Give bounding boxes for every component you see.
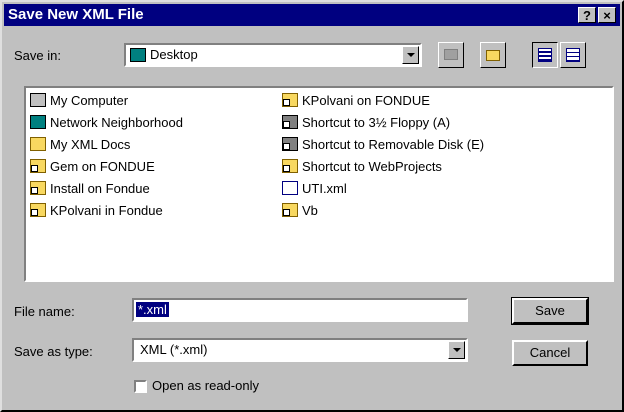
list-item-label: My XML Docs: [50, 137, 131, 152]
list-item-label: My Computer: [50, 93, 129, 108]
my-computer-icon: [30, 93, 46, 107]
list-item-label: KPolvani on FONDUE: [302, 93, 430, 108]
shortcut-folder-icon: [282, 203, 298, 217]
chevron-down-icon[interactable]: [448, 341, 465, 359]
file-name-value: *.xml: [136, 302, 169, 317]
list-item-label: Network Neighborhood: [50, 115, 183, 130]
list-view-icon: [538, 48, 552, 62]
save-as-type-value: XML (*.xml): [140, 342, 208, 357]
shortcut-folder-icon: [30, 203, 46, 217]
save-in-label: Save in:: [14, 48, 61, 63]
close-button[interactable]: ×: [598, 7, 616, 23]
shortcut-folder-icon: [282, 93, 298, 107]
up-one-level-icon: [444, 49, 458, 60]
list-view-button[interactable]: [532, 42, 558, 68]
list-item-label: Shortcut to Removable Disk (E): [302, 137, 485, 152]
list-item-label: Gem on FONDUE: [50, 159, 155, 174]
list-item-label: UTI.xml: [302, 181, 347, 196]
details-view-icon: [566, 48, 580, 62]
list-item-label: Shortcut to 3½ Floppy (A): [302, 115, 451, 130]
list-item-label: KPolvani in Fondue: [50, 203, 163, 218]
network-neighborhood-icon: [30, 115, 46, 129]
save-in-dropdown[interactable]: Desktop: [124, 43, 422, 67]
read-only-label: Open as read-only: [152, 378, 259, 393]
new-folder-button[interactable]: [480, 42, 506, 68]
save-as-type-label: Save as type:: [14, 344, 93, 359]
title-bar[interactable]: Save New XML File ? ×: [4, 4, 620, 26]
shortcut-folder-icon: [282, 159, 298, 173]
file-name-input[interactable]: *.xml: [132, 298, 468, 322]
details-view-button[interactable]: [560, 42, 586, 68]
save-in-value: Desktop: [150, 47, 198, 62]
file-name-label: File name:: [14, 304, 75, 319]
desktop-icon: [130, 48, 146, 62]
shortcut-floppy-icon: [282, 115, 298, 129]
shortcut-folder-icon: [30, 159, 46, 173]
shortcut-folder-icon: [30, 181, 46, 195]
read-only-checkbox[interactable]: [134, 380, 147, 393]
xml-file-icon: [282, 181, 298, 195]
save-as-type-dropdown[interactable]: XML (*.xml): [132, 338, 468, 362]
list-item-label: Vb: [302, 203, 318, 218]
dialog-title: Save New XML File: [8, 6, 144, 23]
up-one-level-button[interactable]: [438, 42, 464, 68]
save-dialog: Save New XML File ? × Save in: Desktop M…: [0, 0, 624, 412]
list-item-label: Install on Fondue: [50, 181, 150, 196]
file-list[interactable]: My Computer Network Neighborhood My XML …: [24, 86, 614, 282]
folder-icon: [30, 137, 46, 151]
save-button[interactable]: Save: [511, 297, 589, 325]
list-item-label: Shortcut to WebProjects: [302, 159, 442, 174]
shortcut-drive-icon: [282, 137, 298, 151]
cancel-button[interactable]: Cancel: [512, 340, 588, 366]
help-button[interactable]: ?: [578, 7, 596, 23]
chevron-down-icon[interactable]: [402, 46, 419, 64]
new-folder-icon: [486, 50, 500, 61]
